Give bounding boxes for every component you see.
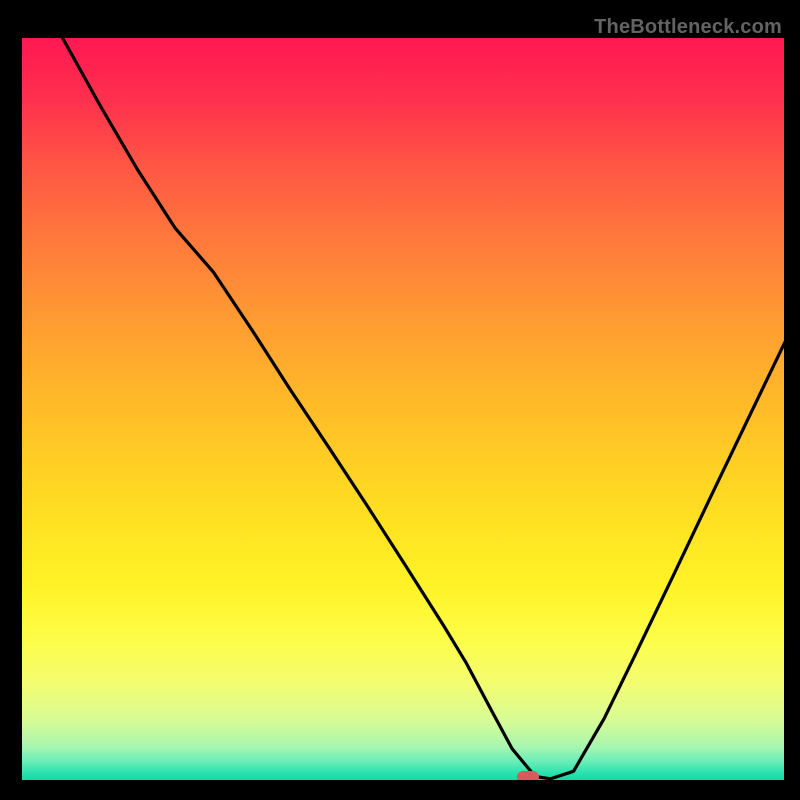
plot-area: [18, 38, 784, 784]
optimal-point-marker: [517, 771, 539, 783]
chart-frame: TheBottleneck.com: [18, 18, 784, 784]
bottleneck-curve: [22, 38, 784, 784]
watermark-text: TheBottleneck.com: [594, 16, 782, 39]
